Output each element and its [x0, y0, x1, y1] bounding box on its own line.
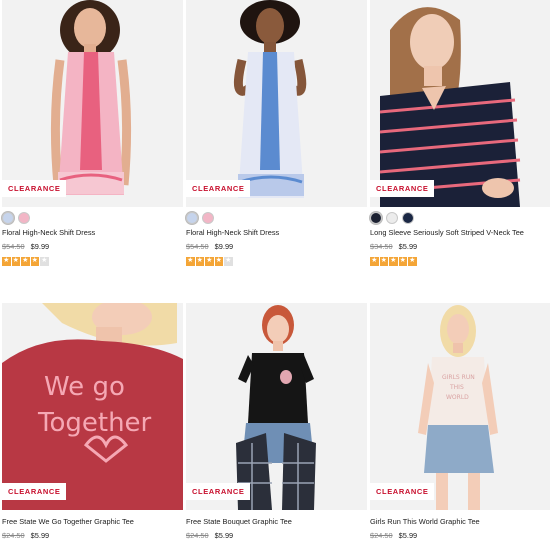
graphic-text-line: THIS: [449, 384, 464, 391]
clearance-badge: CLEARANCE: [186, 180, 251, 197]
original-price: $34.50: [370, 242, 393, 251]
color-swatch-pink[interactable]: [18, 212, 30, 224]
price: $24.50 $5.99: [186, 530, 367, 543]
product-name[interactable]: Floral High-Neck Shift Dress: [186, 227, 367, 241]
product-card[interactable]: CLEARANCE Long Sleeve Seriously Soft Str…: [370, 0, 550, 266]
star-icon: ★: [195, 257, 204, 266]
star-icon: ★: [40, 257, 49, 266]
original-price: $24.50: [2, 531, 25, 540]
product-name[interactable]: Girls Run This World Graphic Tee: [370, 516, 550, 530]
color-swatch-pink[interactable]: [202, 212, 214, 224]
star-icon: ★: [214, 257, 223, 266]
clearance-badge: CLEARANCE: [2, 483, 67, 500]
sale-price: $5.99: [398, 531, 418, 540]
product-card[interactable]: GIRLS RUN THIS WORLD CLEARANCE Girls Run…: [370, 303, 550, 543]
graphic-text-line: Together: [37, 408, 152, 438]
color-swatch-navy[interactable]: [370, 212, 382, 224]
graphic-text-line: WORLD: [446, 394, 469, 401]
product-card[interactable]: CLEARANCE Free State Bouquet Graphic Tee…: [186, 303, 367, 543]
price: $54.50 $9.99: [186, 241, 367, 254]
star-icon: ★: [11, 257, 20, 266]
product-card[interactable]: CLEARANCE Floral High-Neck Shift Dress $…: [186, 0, 367, 266]
product-image[interactable]: CLEARANCE: [186, 0, 367, 207]
star-icon: ★: [30, 257, 39, 266]
clearance-badge: CLEARANCE: [370, 483, 435, 500]
original-price: $54.50: [186, 242, 209, 251]
sale-price: $9.99: [214, 242, 234, 251]
clearance-badge: CLEARANCE: [370, 180, 435, 197]
product-image[interactable]: CLEARANCE: [186, 303, 367, 510]
product-name[interactable]: Floral High-Neck Shift Dress: [2, 227, 183, 241]
color-swatches: [370, 207, 550, 227]
product-name[interactable]: Free State We Go Together Graphic Tee: [2, 516, 183, 530]
star-rating: ★ ★ ★ ★ ★: [186, 257, 367, 266]
star-icon: ★: [408, 257, 417, 266]
star-icon: ★: [205, 257, 214, 266]
price: $54.50 $9.99: [2, 241, 183, 254]
price: $24.50 $5.99: [370, 530, 550, 543]
original-price: $54.50: [2, 242, 25, 251]
product-image[interactable]: CLEARANCE: [370, 0, 550, 207]
product-card[interactable]: We go Together CLEARANCE Free State We G…: [2, 303, 183, 543]
price: $34.50 $5.99: [370, 241, 550, 254]
star-icon: ★: [370, 257, 379, 266]
color-swatch-dark-navy[interactable]: [402, 212, 414, 224]
star-icon: ★: [21, 257, 30, 266]
star-rating: ★ ★ ★ ★ ★: [370, 257, 550, 266]
product-image[interactable]: CLEARANCE: [2, 0, 183, 207]
product-name[interactable]: Long Sleeve Seriously Soft Striped V-Nec…: [370, 227, 550, 241]
color-swatches: [2, 207, 183, 227]
clearance-badge: CLEARANCE: [2, 180, 67, 197]
color-swatch-blue[interactable]: [186, 212, 198, 224]
star-icon: ★: [379, 257, 388, 266]
sale-price: $5.99: [398, 242, 418, 251]
star-icon: ★: [224, 257, 233, 266]
color-swatch-blue[interactable]: [2, 212, 14, 224]
price: $24.50 $5.99: [2, 530, 183, 543]
graphic-text-line: We go: [44, 372, 125, 402]
star-rating: ★ ★ ★ ★ ★: [2, 257, 183, 266]
sale-price: $5.99: [214, 531, 234, 540]
star-icon: ★: [389, 257, 398, 266]
star-icon: ★: [186, 257, 195, 266]
graphic-text-line: GIRLS RUN: [442, 374, 475, 381]
sale-price: $5.99: [30, 531, 50, 540]
clearance-badge: CLEARANCE: [186, 483, 251, 500]
color-swatches: [186, 207, 367, 227]
original-price: $24.50: [186, 531, 209, 540]
product-card[interactable]: CLEARANCE Floral High-Neck Shift Dress $…: [2, 0, 183, 266]
product-image[interactable]: GIRLS RUN THIS WORLD CLEARANCE: [370, 303, 550, 510]
product-image[interactable]: We go Together CLEARANCE: [2, 303, 183, 510]
color-swatch-white[interactable]: [386, 212, 398, 224]
original-price: $24.50: [370, 531, 393, 540]
star-icon: ★: [2, 257, 11, 266]
sale-price: $9.99: [30, 242, 50, 251]
star-icon: ★: [398, 257, 407, 266]
product-name[interactable]: Free State Bouquet Graphic Tee: [186, 516, 367, 530]
